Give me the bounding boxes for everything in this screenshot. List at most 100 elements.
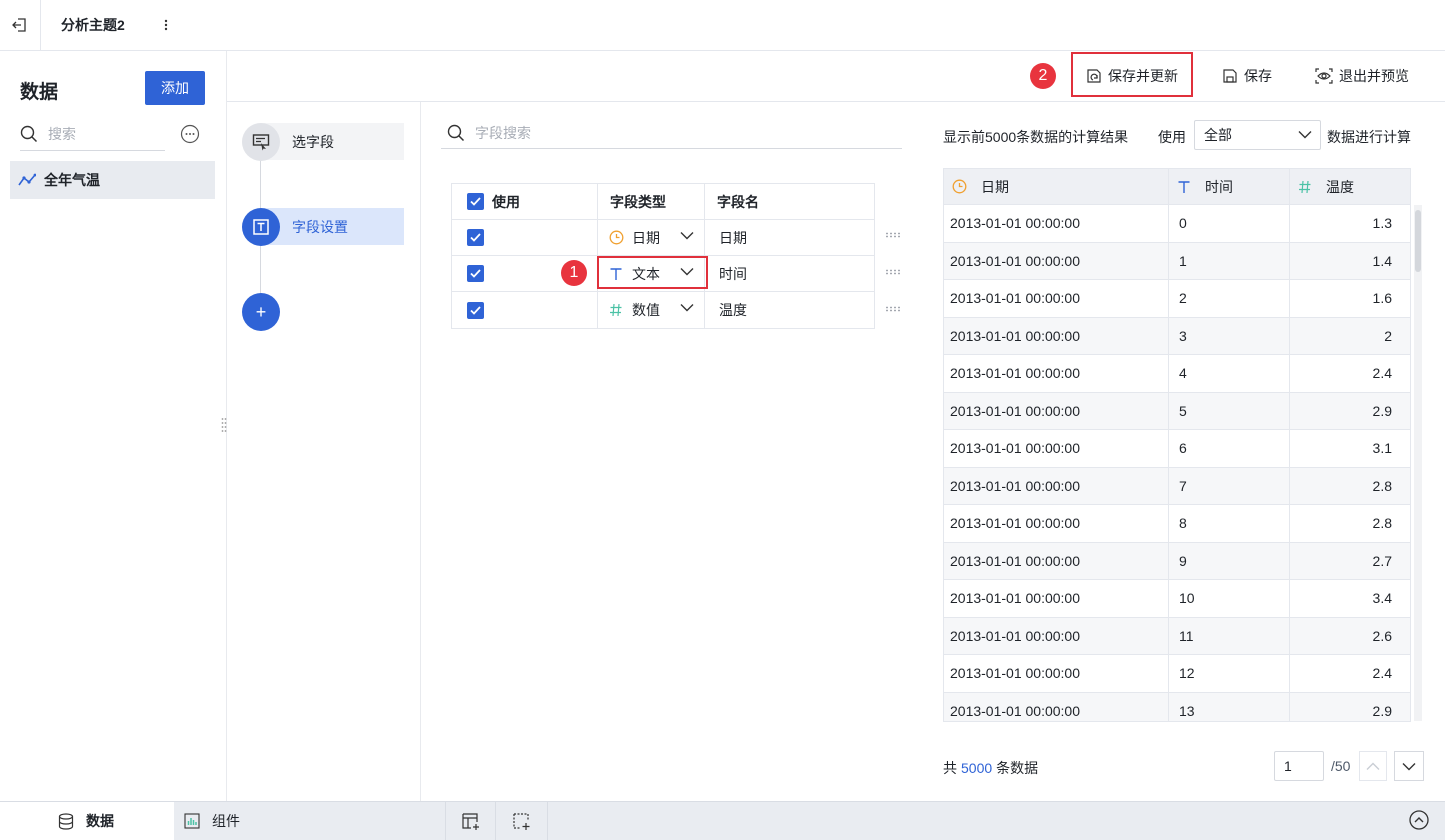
tab-widget[interactable]: 组件 [174, 802, 446, 840]
step-field-settings[interactable]: 字段设置 [242, 207, 404, 246]
table-cell: 2013-01-01 00:00:00 [944, 355, 1169, 392]
step-select-fields[interactable]: 选字段 [242, 122, 404, 161]
table-cell: 2013-01-01 00:00:00 [944, 467, 1169, 504]
table-cell: 1.4 [1372, 252, 1392, 269]
field-name[interactable]: 时间 [705, 256, 874, 291]
step-badge-1: 1 [561, 260, 587, 286]
column-header: 日期 [981, 178, 1009, 195]
select-fields-icon [242, 122, 280, 161]
save-label: 保存 [1244, 68, 1272, 84]
field-search-input[interactable]: 字段搜索 [441, 117, 902, 149]
preview-table: 日期 时间 温度 2013-01-01 00:00:00 0 1.3 2013-01-… [943, 168, 1411, 722]
save-icon [1223, 69, 1237, 83]
exit-icon[interactable] [0, 0, 41, 50]
column-header: 时间 [1205, 178, 1233, 195]
add-button[interactable]: 添加 [145, 71, 205, 105]
table-cell: 12 [1169, 655, 1290, 692]
more-vertical-icon[interactable] [157, 14, 175, 36]
search-placeholder: 搜索 [48, 126, 76, 142]
table-cell: 2.4 [1372, 665, 1392, 682]
table-cell: 7 [1169, 467, 1290, 504]
chevron-up-icon [1366, 762, 1380, 770]
table-row: 2013-01-01 00:00:00 13 2.9 [944, 692, 1410, 721]
theme-title[interactable]: 分析主题2 [41, 0, 125, 50]
table-row: 2013-01-01 00:00:00 9 2.7 [944, 542, 1410, 580]
table-cell: 3 [1169, 317, 1290, 354]
search-input[interactable]: 搜索 [20, 118, 165, 151]
preview-calc-label: 数据进行计算 [1327, 129, 1411, 145]
table-cell: 2.7 [1372, 552, 1392, 569]
use-checkbox[interactable] [467, 265, 484, 282]
drag-handle-icon[interactable] [885, 269, 903, 279]
step-label: 字段设置 [292, 218, 348, 235]
table-cell: 13 [1169, 692, 1290, 721]
header-type: 字段类型 [598, 184, 705, 219]
select-all-checkbox[interactable] [467, 193, 484, 210]
add-dashboard-button[interactable] [446, 802, 496, 840]
table-cell: 2.8 [1372, 477, 1392, 494]
page-number-input[interactable]: 1 [1274, 751, 1324, 781]
next-page-button[interactable] [1394, 751, 1424, 781]
chevron-down-icon [1298, 131, 1312, 139]
highlight-box [597, 256, 708, 289]
table-row: 2013-01-01 00:00:00 1 1.4 [944, 242, 1410, 280]
table-row: 数值 温度 [452, 292, 874, 328]
step-label: 选字段 [292, 133, 334, 150]
use-checkbox[interactable] [467, 229, 484, 246]
table-cell: 10 [1169, 580, 1290, 617]
more-options-icon[interactable] [180, 124, 200, 144]
tab-data[interactable]: 数据 [0, 802, 174, 840]
add-component-button[interactable] [496, 802, 548, 840]
page-total: /50 [1331, 758, 1351, 774]
steps-panel [227, 102, 421, 801]
exit-preview-label: 退出并预览 [1339, 68, 1409, 84]
scrollbar-thumb[interactable] [1415, 210, 1421, 272]
drag-handle-icon[interactable] [885, 232, 903, 242]
scrollbar-track[interactable] [1414, 205, 1422, 721]
exit-and-preview-button[interactable]: 退出并预览 [1315, 52, 1409, 100]
prev-page-button[interactable] [1359, 751, 1387, 781]
table-cell: 9 [1169, 542, 1290, 579]
header-name: 字段名 [717, 193, 759, 210]
table-cell: 2.9 [1372, 402, 1392, 419]
table-header: 日期 时间 温度 [944, 169, 1410, 205]
column-header: 温度 [1326, 178, 1354, 195]
field-type-select[interactable]: 数值 [598, 292, 705, 328]
collapse-up-icon[interactable] [1408, 809, 1430, 831]
data-scope-select[interactable]: 全部 [1194, 120, 1321, 150]
save-and-update-button[interactable]: 保存并更新 [1086, 52, 1178, 100]
chevron-down-icon [1402, 762, 1416, 770]
table-row: 2013-01-01 00:00:00 3 2 [944, 317, 1410, 355]
table-cell: 8 [1169, 505, 1290, 542]
table-cell: 2013-01-01 00:00:00 [944, 430, 1169, 467]
table-cell: 2013-01-01 00:00:00 [944, 655, 1169, 692]
table-row: 2013-01-01 00:00:00 10 3.4 [944, 580, 1410, 618]
drag-handle-icon[interactable] [885, 306, 903, 316]
field-type-select[interactable]: 日期 [598, 220, 705, 255]
table-cell: 2013-01-01 00:00:00 [944, 580, 1169, 617]
line-chart-icon [18, 173, 36, 187]
table-cell: 2 [1169, 280, 1290, 317]
table-cell: 5 [1169, 392, 1290, 429]
total-prefix: 共 [943, 760, 957, 776]
data-scope-value: 全部 [1204, 127, 1232, 143]
bar-chart-icon [184, 813, 200, 829]
dataset-item[interactable]: 全年气温 [10, 161, 215, 199]
chevron-down-icon [680, 232, 694, 240]
table-cell: 2013-01-01 00:00:00 [944, 242, 1169, 279]
header-use: 使用 [492, 193, 520, 210]
field-name[interactable]: 温度 [705, 292, 874, 328]
save-update-label: 保存并更新 [1108, 68, 1178, 84]
table-cell: 0 [1169, 205, 1290, 242]
use-checkbox[interactable] [467, 301, 484, 319]
field-name[interactable]: 日期 [705, 220, 874, 255]
panel-title: 数据 [20, 82, 59, 103]
search-icon [20, 125, 38, 143]
table-row: 日期 日期 [452, 220, 874, 256]
add-component-icon [512, 812, 529, 830]
save-button[interactable]: 保存 [1222, 52, 1272, 100]
hash-icon [1298, 180, 1312, 194]
table-row: 2013-01-01 00:00:00 0 1.3 [944, 205, 1410, 243]
add-step-button[interactable]: + [242, 293, 280, 331]
table-row: 2013-01-01 00:00:00 11 2.6 [944, 617, 1410, 655]
